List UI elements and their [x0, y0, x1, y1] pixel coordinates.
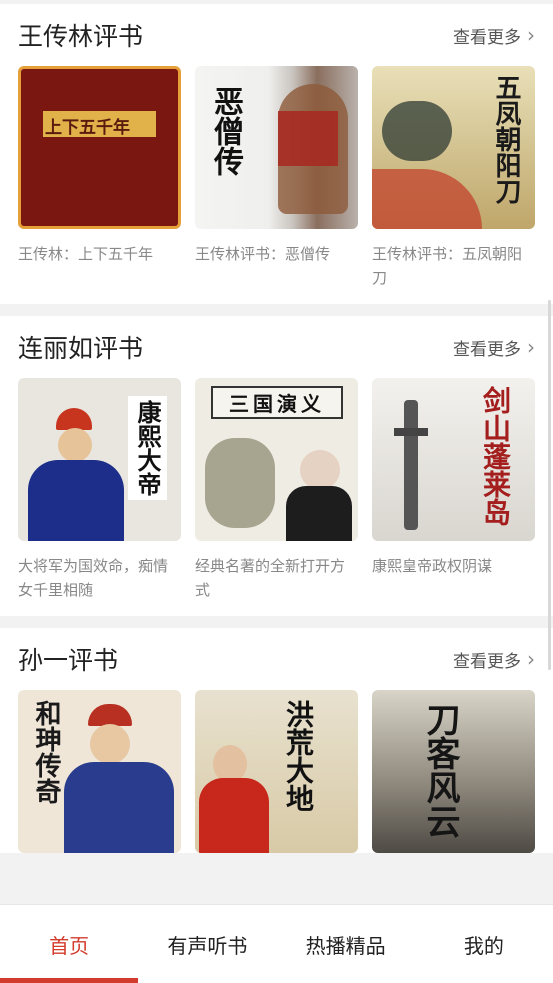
book-card[interactable]: 恶僧传 王传林评书：恶僧传 — [195, 66, 358, 290]
cover-title: 康熙大帝 — [128, 396, 167, 500]
book-cover[interactable]: 刀客风云 — [372, 690, 535, 853]
book-card[interactable]: 刀客风云 — [372, 690, 535, 853]
book-cover[interactable]: 上下五千年 — [18, 66, 181, 229]
cover-title: 三国演义 — [211, 386, 343, 419]
chevron-right-icon: › — [527, 23, 535, 47]
book-card[interactable]: 和珅传奇 — [18, 690, 181, 853]
section-title: 孙一评书 — [18, 646, 119, 675]
section-wangchuanlin: 王传林评书 查看更多 › 上下五千年 王传林：上下五千年 恶僧传 王传林评书：恶… — [0, 4, 553, 304]
book-cover[interactable]: 和珅传奇 — [18, 690, 181, 853]
see-more-link[interactable]: 查看更多 › — [453, 335, 535, 360]
book-cover[interactable]: 洪荒大地 — [195, 690, 358, 853]
book-caption: 王传林评书：恶僧传 — [195, 245, 331, 263]
book-caption: 王传林：上下五千年 — [18, 245, 154, 263]
book-cover[interactable]: 剑山蓬莱岛 — [372, 378, 535, 541]
section-title: 王传林评书 — [18, 22, 144, 51]
section-header: 连丽如评书 查看更多 › — [0, 316, 553, 378]
see-more-link[interactable]: 查看更多 › — [453, 23, 535, 48]
see-more-link[interactable]: 查看更多 › — [453, 647, 535, 672]
tab-mine[interactable]: 我的 — [415, 905, 553, 983]
section-header: 王传林评书 查看更多 › — [0, 4, 553, 66]
section-lianliru: 连丽如评书 查看更多 › 康熙大帝 大将军为国效命，痴情女千里相随 三国演义 经… — [0, 316, 553, 616]
bottom-tab-bar: 首页 有声听书 热播精品 我的 — [0, 904, 553, 983]
book-card[interactable]: 上下五千年 王传林：上下五千年 — [18, 66, 181, 290]
tab-home[interactable]: 首页 — [0, 905, 139, 983]
book-cover[interactable]: 恶僧传 — [195, 66, 358, 229]
book-caption: 大将军为国效命，痴情女千里相随 — [18, 557, 169, 599]
book-cover[interactable]: 康熙大帝 — [18, 378, 181, 541]
book-card[interactable]: 三国演义 经典名著的全新打开方式 — [195, 378, 358, 602]
book-card[interactable]: 洪荒大地 — [195, 690, 358, 853]
scrollbar[interactable] — [548, 300, 551, 670]
book-card[interactable]: 五凤朝阳刀 王传林评书：五凤朝阳刀 — [372, 66, 535, 290]
book-caption: 经典名著的全新打开方式 — [195, 557, 346, 599]
cover-title: 洪荒大地 — [282, 700, 315, 812]
cover-title: 刀客风云 — [420, 702, 460, 838]
book-card[interactable]: 剑山蓬莱岛 康熙皇帝政权阴谋 — [372, 378, 535, 602]
section-title: 连丽如评书 — [18, 334, 144, 363]
cover-title: 五凤朝阳刀 — [491, 74, 521, 204]
chevron-right-icon: › — [527, 335, 535, 359]
see-more-label: 查看更多 — [453, 27, 521, 48]
book-cover[interactable]: 五凤朝阳刀 — [372, 66, 535, 229]
see-more-label: 查看更多 — [453, 651, 521, 672]
cover-title: 和珅传奇 — [31, 700, 61, 804]
book-cover[interactable]: 三国演义 — [195, 378, 358, 541]
section-sunyi: 孙一评书 查看更多 › 和珅传奇 洪荒大地 刀客风云 — [0, 628, 553, 853]
cover-title: 剑山蓬莱岛 — [479, 386, 512, 526]
book-caption: 王传林评书：五凤朝阳刀 — [372, 245, 523, 287]
tab-hot-picks[interactable]: 热播精品 — [277, 905, 415, 983]
book-caption: 康熙皇帝政权阴谋 — [372, 557, 493, 575]
book-card[interactable]: 康熙大帝 大将军为国效命，痴情女千里相随 — [18, 378, 181, 602]
chevron-right-icon: › — [527, 647, 535, 671]
cover-title: 上下五千年 — [45, 118, 130, 138]
section-header: 孙一评书 查看更多 › — [0, 628, 553, 690]
see-more-label: 查看更多 — [453, 339, 521, 360]
tab-audiobooks[interactable]: 有声听书 — [138, 905, 276, 983]
cover-title: 恶僧传 — [208, 86, 243, 176]
